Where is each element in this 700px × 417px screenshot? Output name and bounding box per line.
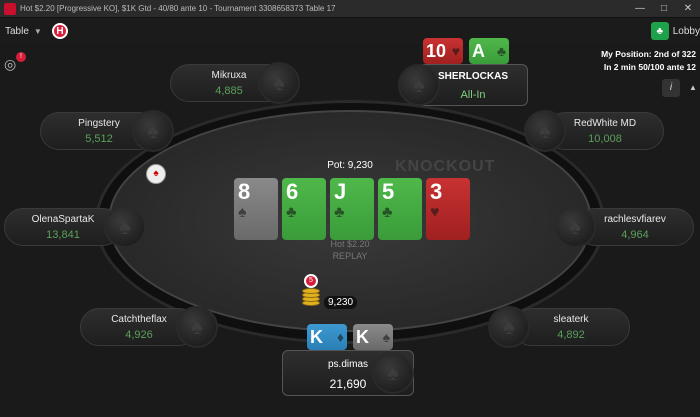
avatar-icon: ♠: [132, 110, 174, 152]
notification-badge: !: [16, 52, 26, 62]
table-name-line-1: Hot $2.20: [330, 239, 370, 249]
lobby-button[interactable]: ♣ Lobby: [650, 18, 700, 44]
chevron-down-icon: ▼: [33, 26, 42, 36]
avatar-icon: ♠: [258, 62, 300, 104]
chip-icon: 5: [304, 274, 318, 288]
club-icon: ♣: [496, 43, 506, 59]
bet-amount: 9,230: [324, 296, 358, 309]
player-stack: 4,892: [557, 329, 585, 341]
player-name: sleaterk: [553, 314, 589, 325]
table-watermark: KNOCKOUT: [395, 158, 496, 175]
pot-label: Pot: 9,230: [327, 160, 373, 171]
board-card-2: 6 ♣: [282, 178, 326, 240]
card-rank: K: [356, 327, 369, 347]
club-icon: ♣: [334, 204, 345, 221]
card-rank: A: [472, 41, 485, 61]
chip-stack: 5: [302, 274, 320, 306]
window-title: Hot $2.20 [Progressive KO], $1K Gtd - 40…: [20, 4, 336, 13]
card-rank: 3: [430, 179, 443, 204]
hero-card-1: K ♦: [307, 324, 347, 350]
diamond-icon: ♦: [336, 329, 344, 345]
table-name-line-2: REPLAY: [332, 251, 368, 261]
avatar-icon: ♠: [398, 64, 440, 106]
avatar-icon: ♠: [524, 110, 566, 152]
hot-badge-icon[interactable]: H: [52, 23, 68, 39]
table-name: Hot $2.20 REPLAY: [310, 238, 390, 262]
app-icon: [4, 2, 16, 15]
dealer-button-icon: ♠: [146, 164, 166, 184]
info-button[interactable]: i: [662, 79, 680, 97]
spade-icon: ♠: [382, 329, 390, 345]
position-info: My Position: 2nd of 322 In 2 min 50/100 …: [601, 48, 696, 74]
position-line-2: In 2 min 50/100 ante 12: [603, 62, 696, 72]
position-line-1: My Position: 2nd of 322: [601, 49, 696, 59]
lobby-label: Lobby: [672, 25, 700, 37]
card-rank: 5: [382, 179, 395, 204]
avatar-icon: ♠: [488, 306, 530, 348]
avatar-icon: ♠: [104, 206, 146, 248]
card-rank: K: [310, 327, 323, 347]
maximize-button[interactable]: □: [652, 0, 676, 18]
card-rank: J: [334, 179, 347, 204]
board-card-3: J ♣: [330, 178, 374, 240]
chevron-up-icon[interactable]: ▲: [686, 79, 700, 97]
board-card-1: 8 ♠: [234, 178, 278, 240]
card-rank: 8: [238, 179, 251, 204]
club-icon: ♣: [286, 204, 297, 221]
card-rank: 6: [286, 179, 299, 204]
avatar-icon: ♠: [372, 352, 414, 394]
sherlockas-card-1: 10 ♥: [423, 38, 463, 64]
title-bar: Hot $2.20 [Progressive KO], $1K Gtd - 40…: [0, 0, 700, 18]
close-button[interactable]: ✕: [676, 0, 700, 18]
menu-bar: Table ▼ H ♣ Lobby: [0, 18, 700, 44]
card-rank: 10: [426, 41, 447, 61]
minimize-button[interactable]: —: [628, 0, 652, 18]
table-menu[interactable]: Table ▼: [0, 18, 50, 44]
board-card-4: 5 ♣: [378, 178, 422, 240]
avatar-icon: ♠: [176, 306, 218, 348]
heart-icon: ♥: [430, 204, 440, 221]
avatar-icon: ♠: [554, 206, 596, 248]
club-icon: ♣: [382, 204, 393, 221]
notification-icon[interactable]: ◎ !: [4, 52, 26, 76]
board-card-5: 3 ♥: [426, 178, 470, 240]
sherlockas-card-2: A ♣: [469, 38, 509, 64]
spade-icon: ♠: [238, 204, 247, 221]
lobby-icon: ♣: [650, 22, 669, 40]
table-menu-label: Table: [5, 25, 29, 37]
heart-icon: ♥: [451, 43, 460, 59]
hero-card-2: K ♠: [353, 324, 393, 350]
